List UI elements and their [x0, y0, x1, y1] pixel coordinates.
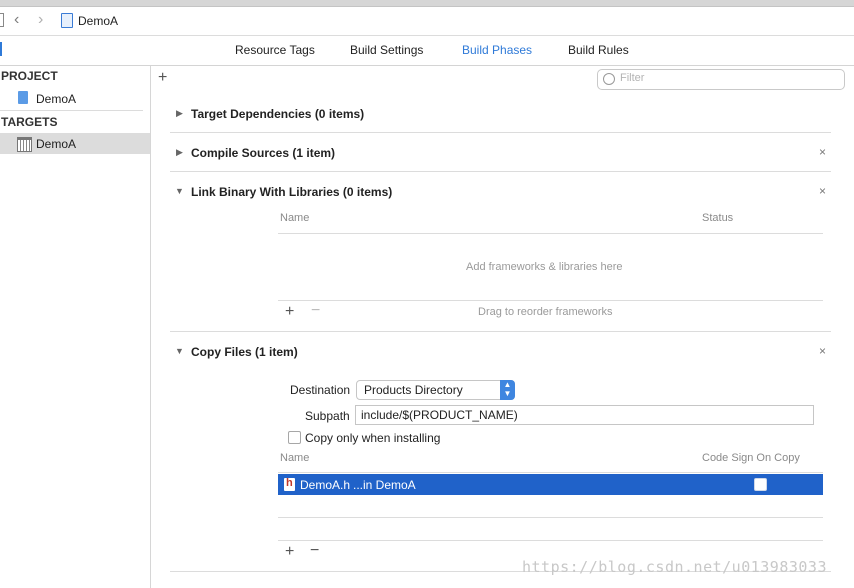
back-chevron-icon[interactable]: ‹ [14, 11, 19, 29]
add-file-button[interactable]: + [285, 543, 294, 561]
destination-select[interactable]: Products Directory ▲ ▼ [356, 380, 515, 400]
table-row[interactable]: h DemoA.h ...in DemoA [278, 474, 823, 495]
phase-target-dependencies[interactable]: Target Dependencies (0 items) [191, 107, 364, 121]
project-section-header: PROJECT [1, 69, 58, 83]
copy-only-installing-label[interactable]: Copy only when installing [305, 431, 440, 445]
window-top-strip [0, 0, 854, 7]
phase-divider [170, 331, 831, 332]
active-indicator [0, 42, 2, 56]
remove-library-button[interactable]: − [311, 302, 320, 320]
navbar-title[interactable]: DemoA [78, 14, 118, 28]
disclosure-down-icon[interactable]: ▼ [175, 186, 184, 196]
subpath-label: Subpath [305, 409, 350, 423]
add-library-button[interactable]: + [285, 303, 294, 321]
destination-label: Destination [290, 383, 351, 397]
table-footer-divider [278, 540, 823, 541]
filter-field[interactable]: Filter [597, 69, 845, 90]
column-name[interactable]: Name [280, 212, 309, 224]
column-status[interactable]: Status [702, 212, 733, 224]
sidebar: PROJECT DemoA TARGETS DemoA [0, 66, 151, 588]
project-icon [18, 91, 28, 104]
drag-reorder-hint: Drag to reorder frameworks [478, 306, 613, 318]
targets-section-header: TARGETS [1, 115, 58, 129]
remove-file-button[interactable]: − [310, 542, 319, 560]
disclosure-right-icon[interactable]: ▶ [176, 147, 183, 158]
table-footer-divider [278, 300, 823, 301]
copy-only-installing-checkbox[interactable] [288, 431, 301, 444]
sidebar-item-target[interactable]: DemoA [0, 133, 150, 154]
tab-build-settings[interactable]: Build Settings [350, 43, 423, 57]
code-sign-checkbox[interactable] [754, 478, 767, 491]
phase-compile-sources[interactable]: Compile Sources (1 item) [191, 146, 335, 160]
file-location: ...in DemoA [353, 478, 416, 492]
disclosure-down-icon[interactable]: ▼ [175, 346, 184, 356]
delete-phase-icon[interactable]: × [819, 184, 826, 198]
filter-icon [603, 73, 615, 85]
sidebar-item-label: DemoA [36, 137, 77, 151]
tab-build-rules[interactable]: Build Rules [568, 43, 629, 57]
editor-tab-bar: Resource Tags Build Settings Build Phase… [0, 36, 854, 66]
sidebar-item-project[interactable]: DemoA [0, 88, 150, 109]
sidebar-item-label: DemoA [36, 92, 77, 106]
empty-libraries-hint: Add frameworks & libraries here [466, 261, 623, 273]
phase-link-binary[interactable]: Link Binary With Libraries (0 items) [191, 185, 392, 199]
destination-value: Products Directory [364, 383, 463, 397]
build-phases-editor [151, 66, 854, 588]
delete-phase-icon[interactable]: × [819, 344, 826, 358]
watermark-text: https://blog.csdn.net/u013983033 [522, 558, 827, 576]
phase-divider [170, 171, 831, 172]
column-name[interactable]: Name [280, 452, 309, 464]
delete-phase-icon[interactable]: × [819, 145, 826, 159]
sidebar-divider [0, 110, 143, 111]
column-code-sign[interactable]: Code Sign On Copy [702, 452, 800, 464]
phase-copy-files[interactable]: Copy Files (1 item) [191, 345, 298, 359]
subpath-value: include/$(PRODUCT_NAME) [361, 408, 518, 422]
subpath-field[interactable]: include/$(PRODUCT_NAME) [355, 405, 814, 425]
table-header-divider [278, 233, 823, 234]
add-phase-button[interactable]: + [158, 69, 167, 87]
disclosure-right-icon[interactable]: ▶ [176, 108, 183, 119]
jump-bar: ‹ › DemoA [0, 7, 854, 36]
popup-arrows-icon: ▲ ▼ [500, 380, 515, 400]
header-file-icon: h [284, 477, 295, 491]
grid-icon[interactable] [0, 13, 4, 27]
tab-build-phases[interactable]: Build Phases [462, 43, 532, 57]
filter-placeholder: Filter [620, 72, 645, 84]
file-name: DemoA.h [300, 478, 351, 492]
forward-chevron-icon[interactable]: › [38, 11, 43, 29]
project-file-icon [61, 13, 73, 28]
table-row-divider [278, 517, 823, 518]
framework-target-icon [17, 137, 32, 152]
tab-resource-tags[interactable]: Resource Tags [235, 43, 315, 57]
phase-divider [170, 132, 831, 133]
table-header-divider [278, 472, 823, 473]
